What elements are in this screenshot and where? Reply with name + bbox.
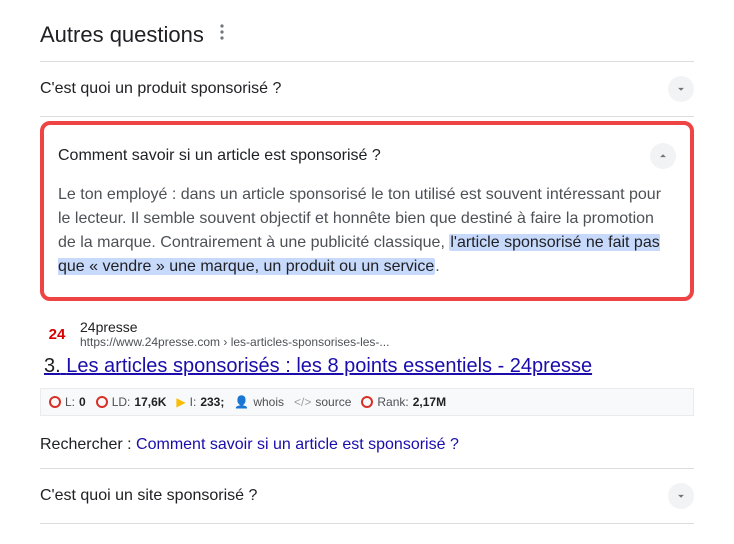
more-options-icon[interactable] (216, 20, 228, 49)
circle-icon (96, 396, 108, 408)
question-row-collapsed[interactable]: C'est quoi un site sponsorisé ? (40, 469, 694, 523)
question-text: Comment savoir si un article est sponsor… (58, 147, 381, 165)
question-row-expanded[interactable]: Comment savoir si un article est sponsor… (58, 137, 676, 183)
chevron-up-icon[interactable] (650, 143, 676, 169)
search-for-label: Rechercher : (40, 436, 132, 453)
result-title-text: Les articles sponsorisés : les 8 points … (66, 355, 592, 377)
seo-rank[interactable]: Rank: 2,17M (361, 395, 446, 409)
search-for-link[interactable]: Comment savoir si un article est sponsor… (136, 436, 459, 453)
circle-icon (361, 396, 373, 408)
source-favicon: 24 (44, 321, 70, 347)
divider (40, 523, 694, 524)
seo-l[interactable]: L: 0 (49, 395, 86, 409)
chevron-down-icon[interactable] (668, 483, 694, 509)
result-number: 3. (44, 355, 61, 377)
seo-ld[interactable]: LD: 17,6K (96, 395, 167, 409)
search-for-row: Rechercher : Comment savoir si un articl… (40, 430, 694, 468)
bing-icon: ▶ (176, 395, 185, 409)
answer-text: Le ton employé : dans un article sponsor… (58, 183, 676, 279)
section-title: Autres questions (40, 22, 204, 48)
circle-icon (49, 396, 61, 408)
question-row-collapsed[interactable]: C'est quoi un produit sponsorisé ? (40, 62, 694, 116)
person-icon: 👤 (234, 395, 249, 409)
source-url: https://www.24presse.com › les-articles-… (80, 335, 389, 349)
chevron-down-icon[interactable] (668, 76, 694, 102)
result-link[interactable]: 3. Les articles sponsorisés : les 8 poin… (40, 351, 694, 388)
seo-toolbar: L: 0 LD: 17,6K ▶I: 233; 👤whois </>source… (40, 388, 694, 416)
seo-i[interactable]: ▶I: 233; (176, 395, 224, 409)
source-row[interactable]: 24 24presse https://www.24presse.com › l… (44, 309, 694, 351)
code-icon: </> (294, 395, 311, 409)
source-name: 24presse (80, 319, 389, 335)
seo-whois[interactable]: 👤whois (234, 395, 284, 409)
question-text: C'est quoi un produit sponsorisé ? (40, 80, 281, 98)
expanded-question-box: Comment savoir si un article est sponsor… (40, 121, 694, 301)
divider (40, 116, 694, 117)
answer-part2: . (435, 258, 439, 275)
seo-source[interactable]: </>source (294, 395, 351, 409)
question-text: C'est quoi un site sponsorisé ? (40, 487, 257, 505)
